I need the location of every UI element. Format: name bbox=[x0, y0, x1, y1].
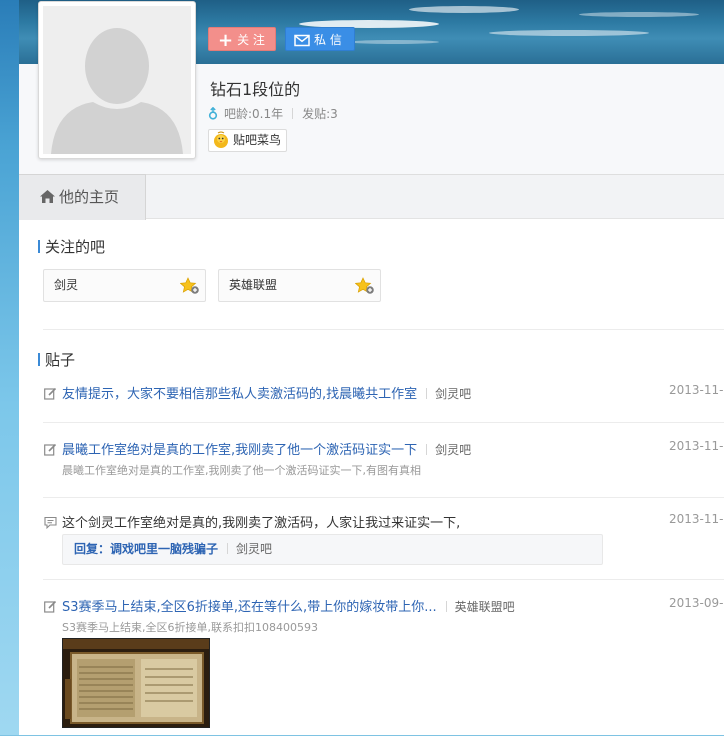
post-title-row: 晨曦工作室绝对是真的工作室,我刚卖了他一个激活码证实一下 剑灵吧 bbox=[62, 439, 471, 458]
post-title-link[interactable]: S3赛季马上结束,全区6折接单,还在等什么,带上你的嫁妆带上你... bbox=[62, 600, 437, 615]
post-bar-link[interactable]: 英雄联盟吧 bbox=[455, 600, 515, 614]
star-add-icon bbox=[180, 277, 199, 294]
badge-label: 贴吧菜鸟 bbox=[233, 133, 282, 147]
followed-bars-title: 关注的吧 bbox=[38, 236, 105, 257]
comment-icon bbox=[44, 516, 57, 529]
gender-male-icon bbox=[208, 106, 218, 120]
post-abstract: S3赛季马上结束,全区6折接单,联系扣扣108400593 bbox=[62, 621, 318, 634]
post-item: 这个剑灵工作室绝对是真的,我刚卖了激活码，人家让我过来证实一下, 2013-11… bbox=[43, 512, 724, 572]
post-title-text[interactable]: 这个剑灵工作室绝对是真的,我刚卖了激活码，人家让我过来证实一下, bbox=[62, 512, 460, 531]
post-image-thumbnail[interactable] bbox=[62, 638, 210, 728]
profile-meta: 吧龄:0.1年 发贴:3 bbox=[208, 105, 338, 122]
reply-bar-link[interactable]: 剑灵吧 bbox=[236, 542, 272, 556]
reply-quote-box: 回复：调戏吧里一脑残骗子 剑灵吧 bbox=[62, 534, 603, 565]
post-bar-link[interactable]: 剑灵吧 bbox=[435, 443, 471, 457]
edit-icon bbox=[44, 600, 57, 613]
posts-title: 贴子 bbox=[38, 349, 75, 370]
home-icon bbox=[40, 190, 55, 203]
post-item: S3赛季马上结束,全区6折接单,还在等什么,带上你的嫁妆带上你... 英雄联盟吧 … bbox=[43, 596, 724, 736]
followed-bar-card[interactable]: 英雄联盟 bbox=[218, 269, 381, 302]
age-value: 吧龄:0.1年 bbox=[224, 107, 284, 121]
follow-label: 关 注 bbox=[237, 33, 265, 47]
post-bar-link[interactable]: 剑灵吧 bbox=[435, 387, 471, 401]
plus-icon: + bbox=[218, 30, 234, 51]
post-item: 晨曦工作室绝对是真的工作室,我刚卖了他一个激活码证实一下 剑灵吧 2013-11-… bbox=[43, 439, 724, 489]
level-badge[interactable]: 贴吧菜鸟 bbox=[208, 129, 288, 152]
section-divider bbox=[43, 329, 724, 330]
post-item: 友情提示，大家不要相信那些私人卖激活码的,找晨曦共工作室 剑灵吧 2013-11-… bbox=[43, 383, 724, 423]
edit-icon bbox=[44, 443, 57, 456]
left-decorative-strip bbox=[0, 0, 19, 735]
post-title-row: 友情提示，大家不要相信那些私人卖激活码的,找晨曦共工作室 剑灵吧 bbox=[62, 383, 471, 402]
post-abstract: 晨曦工作室绝对是真的工作室,我刚卖了他一个激活码证实一下,有图有真相 bbox=[62, 464, 421, 477]
post-divider bbox=[43, 422, 724, 423]
user-avatar[interactable] bbox=[38, 1, 196, 159]
tab-home[interactable]: 他的主页 bbox=[19, 174, 146, 220]
post-date: 2013-11-0 bbox=[669, 439, 724, 453]
star-add-icon bbox=[355, 277, 374, 294]
message-button[interactable]: 私 信 bbox=[285, 27, 355, 51]
bar-name: 剑灵 bbox=[54, 278, 79, 292]
post-count: 发贴:3 bbox=[302, 107, 338, 121]
followed-bar-card[interactable]: 剑灵 bbox=[43, 269, 206, 302]
post-divider bbox=[43, 579, 724, 580]
profile-page: 钻石1段位的 吧龄:0.1年 发贴:3 贴吧菜鸟 他的主页 关注的吧 剑灵 英雄… bbox=[19, 1, 724, 736]
avatar-icon bbox=[43, 6, 191, 154]
post-divider bbox=[43, 497, 724, 498]
message-label: 私 信 bbox=[314, 33, 342, 47]
reply-target-link[interactable]: 回复：调戏吧里一脑残骗子 bbox=[74, 542, 218, 556]
post-date: 2013-09-2 bbox=[669, 596, 724, 610]
post-title-link[interactable]: 友情提示，大家不要相信那些私人卖激活码的,找晨曦共工作室 bbox=[62, 387, 417, 402]
post-title-link[interactable]: 晨曦工作室绝对是真的工作室,我刚卖了他一个激活码证实一下 bbox=[62, 443, 417, 458]
edit-icon bbox=[44, 387, 57, 400]
post-date: 2013-11-0 bbox=[669, 512, 724, 526]
profile-tab-bar: 他的主页 bbox=[19, 174, 724, 220]
post-title-row: S3赛季马上结束,全区6折接单,还在等什么,带上你的嫁妆带上你... 英雄联盟吧 bbox=[62, 596, 515, 615]
username: 钻石1段位的 bbox=[210, 80, 301, 99]
follow-button[interactable]: + 关 注 bbox=[208, 27, 276, 51]
envelope-icon bbox=[294, 34, 310, 47]
post-date: 2013-11-0 bbox=[669, 383, 724, 397]
tab-home-label: 他的主页 bbox=[59, 188, 120, 206]
bar-name: 英雄联盟 bbox=[229, 278, 278, 292]
chick-icon bbox=[214, 131, 228, 148]
